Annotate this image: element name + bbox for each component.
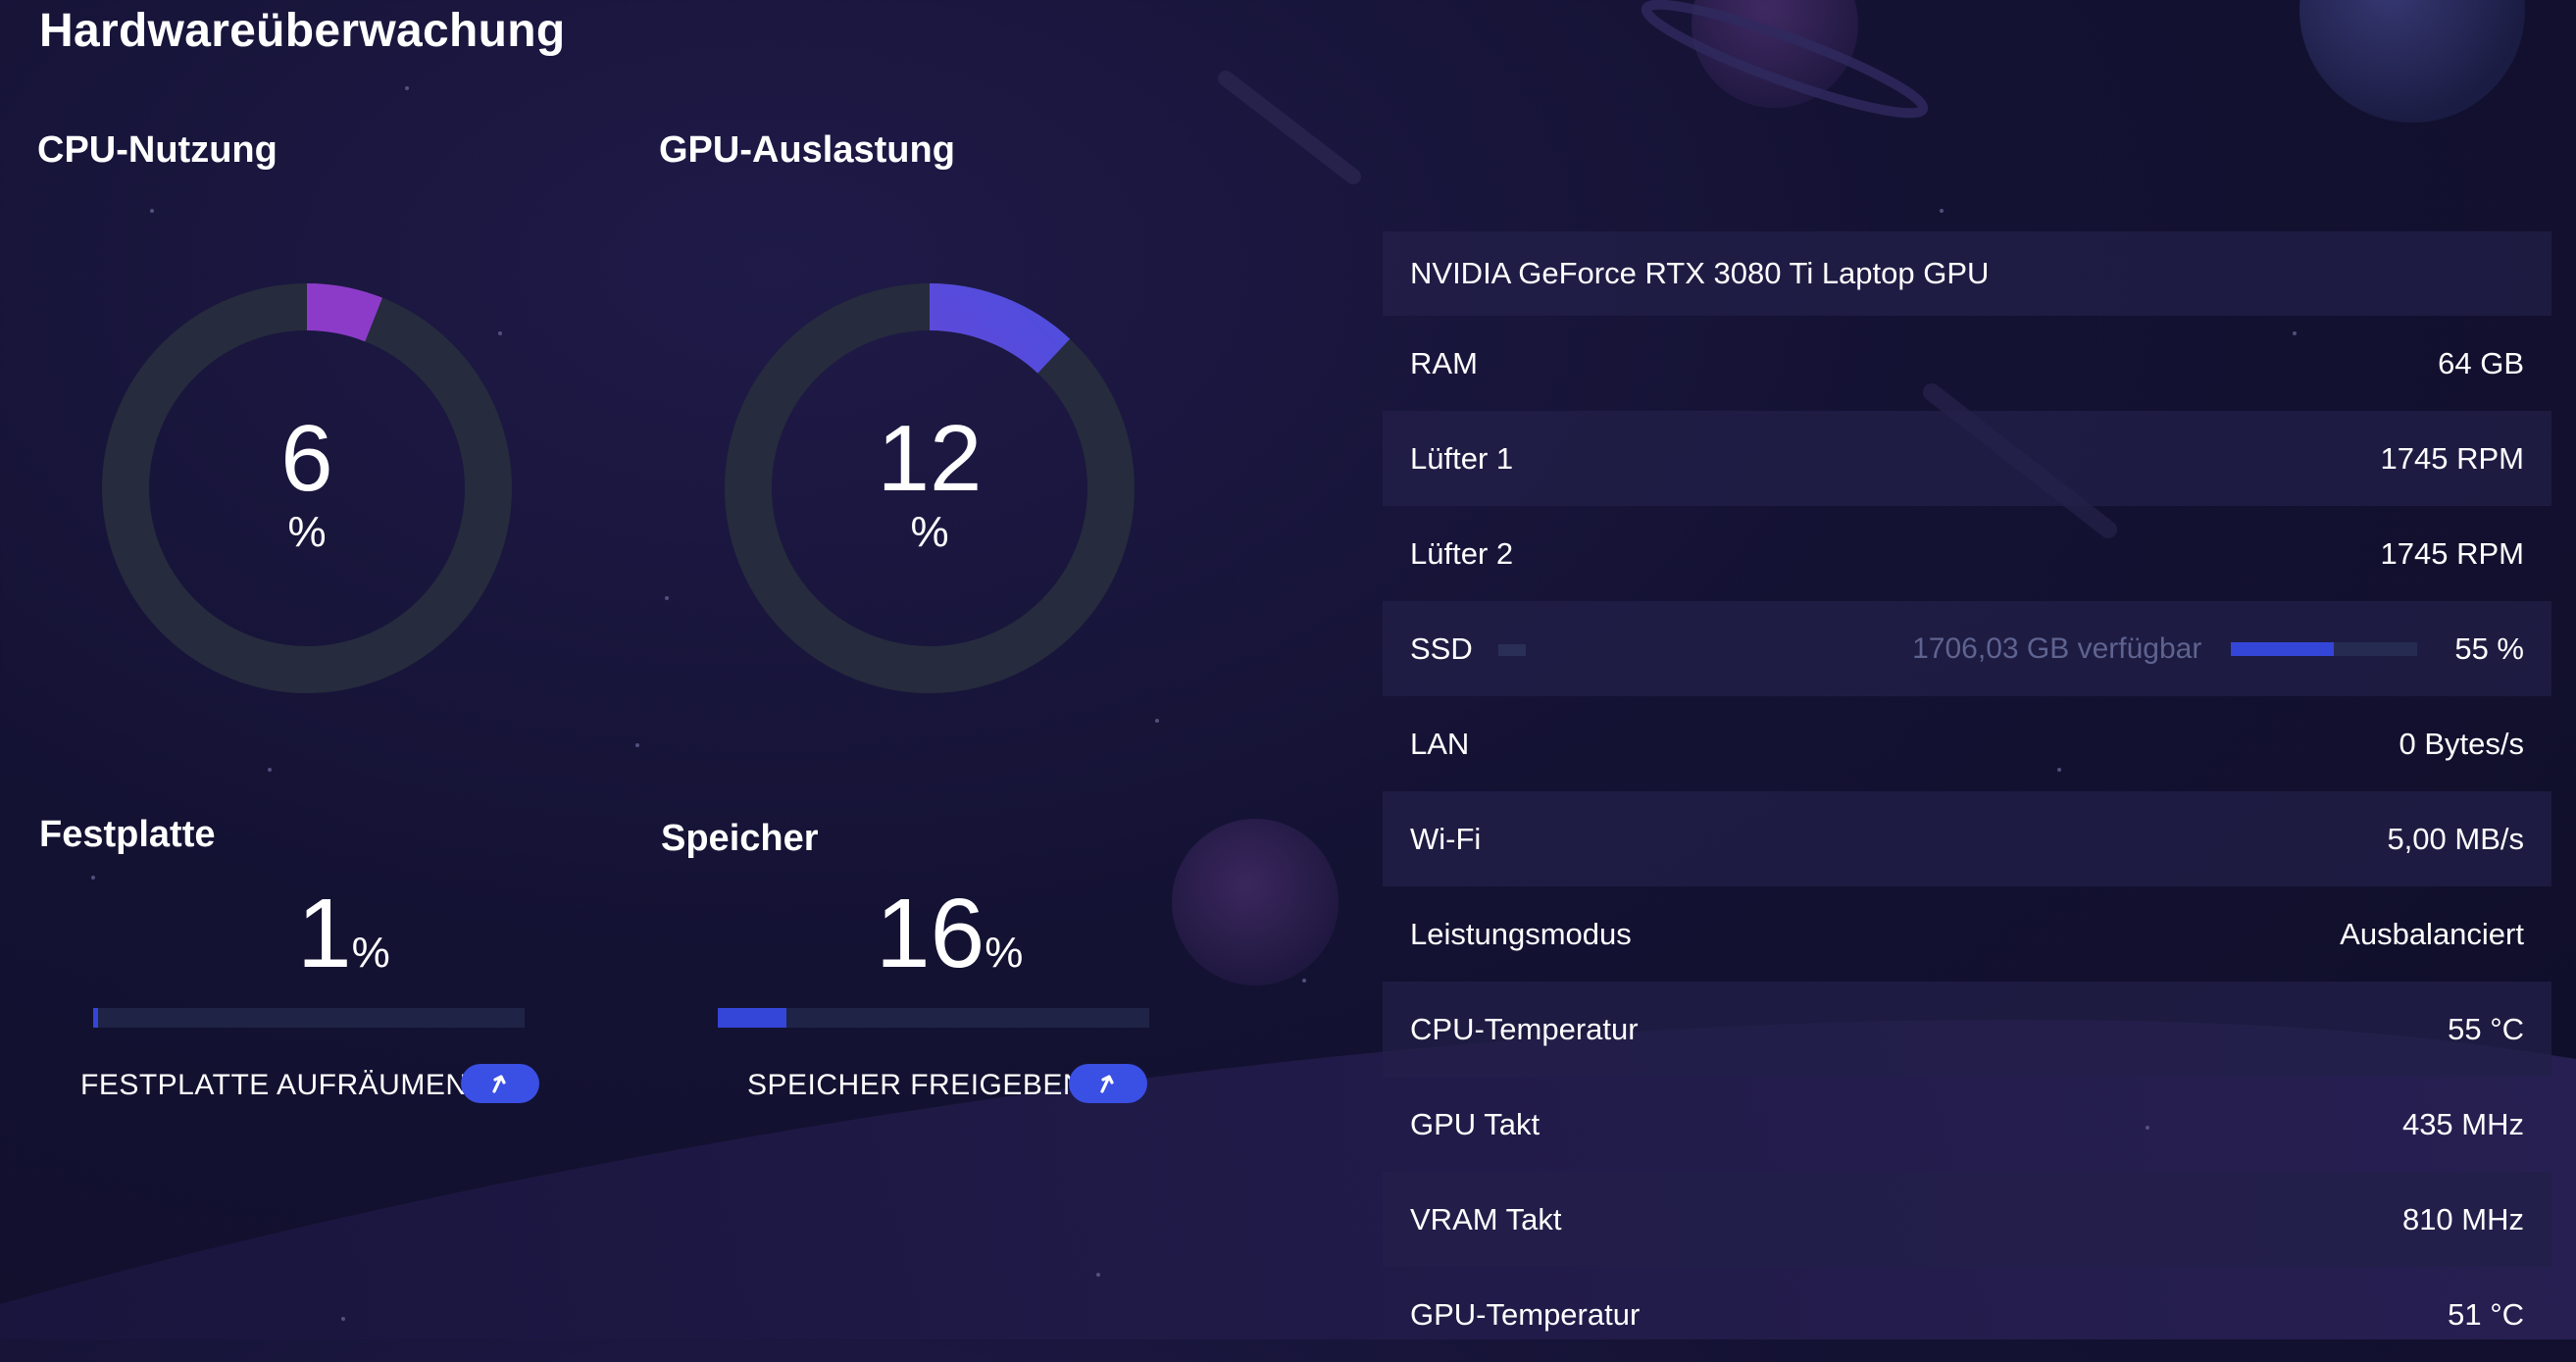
fan1-row: Lüfter 1 1745 RPM [1383, 411, 2551, 506]
memory-usage-bar [718, 1008, 1149, 1028]
hardware-info-panel: NVIDIA GeForce RTX 3080 Ti Laptop GPU RA… [1383, 231, 2551, 1362]
gpu-usage-unit: % [910, 508, 949, 556]
disk-usage-bar [93, 1008, 525, 1028]
power-mode-row: Leistungsmodus Ausbalanciert [1410, 916, 2524, 951]
gpu-name: NVIDIA GeForce RTX 3080 Ti Laptop GPU [1410, 256, 1990, 290]
arrow-up-icon [1100, 1075, 1114, 1093]
cpu-usage-unit: % [287, 508, 327, 556]
ssd-usage-bar-fill [2231, 641, 2334, 656]
ssd-usage-value: 55 % [2454, 631, 2524, 666]
disk-cleanup-label: FESTPLATTE AUFRÄUMEN [80, 1069, 468, 1101]
disk-cleanup-button[interactable] [461, 1064, 539, 1103]
page-title: Hardwareüberwachung [39, 5, 566, 57]
gpu-usage-value: 12 [877, 406, 983, 511]
memory-title: Speicher [661, 818, 819, 859]
gpu-usage-ring: 12 % [724, 282, 1136, 694]
gpu-clock-row: GPU Takt 435 MHz [1410, 1106, 2524, 1141]
lan-row: LAN 0 Bytes/s [1410, 726, 2524, 761]
fan2-row: Lüfter 2 1745 RPM [1410, 535, 2524, 571]
planet-small [1172, 819, 1339, 985]
gpu-name-row: NVIDIA GeForce RTX 3080 Ti Laptop GPU [1383, 231, 2551, 316]
ram-row: RAM 64 GB [1410, 345, 2524, 380]
ssd-row: SSD 1706,03 GB verfügbar 55 % [1383, 601, 2551, 696]
ssd-label: SSD [1410, 631, 1473, 666]
cpu-temperature-row: CPU-Temperatur 55 °C [1383, 982, 2551, 1077]
cpu-usage-ring: 6 % [101, 282, 513, 694]
memory-free-label: SPEICHER FREIGEBEN [747, 1069, 1086, 1101]
wifi-row: Wi-Fi 5,00 MB/s [1383, 791, 2551, 886]
ssd-usage-bar [2231, 641, 2418, 656]
vram-clock-row: VRAM Takt 810 MHz [1383, 1172, 2551, 1267]
disk-usage-bar-fill [93, 1008, 98, 1028]
planet-top-right [2299, 0, 2525, 123]
ssd-indicator [1497, 644, 1526, 657]
gpu-temperature-row: GPU-Temperatur 51 °C [1410, 1296, 2524, 1332]
disk-title: Festplatte [39, 814, 216, 855]
cpu-usage-title: CPU-Nutzung [37, 129, 278, 171]
planet-ringed [1692, 0, 1858, 108]
ssd-available: 1706,03 GB verfügbar [1912, 631, 2202, 665]
memory-usage-value: 16% [876, 879, 1024, 988]
memory-usage-bar-fill [718, 1008, 787, 1028]
cpu-usage-value: 6 [280, 406, 333, 511]
gpu-usage-title: GPU-Auslastung [659, 129, 955, 171]
memory-free-button[interactable] [1069, 1064, 1147, 1103]
arrow-up-icon [492, 1075, 506, 1093]
disk-usage-value: 1% [297, 879, 390, 988]
